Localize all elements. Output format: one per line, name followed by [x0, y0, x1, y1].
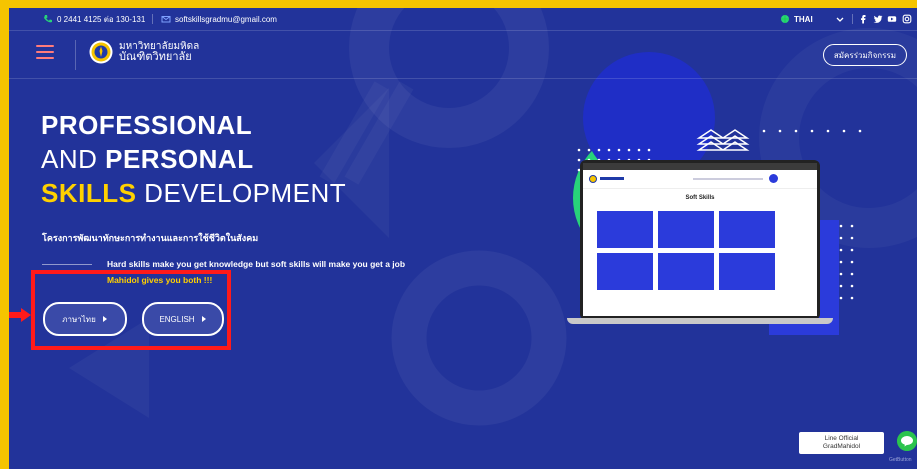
line-badge-line-1: Line Official	[824, 435, 859, 442]
hero-line-1: PROFESSIONAL	[41, 110, 253, 140]
laptop-screen-title: Soft Skills	[685, 195, 715, 201]
mail-icon	[161, 16, 171, 23]
phone-number: 0 2441 4125 ต่อ 130-131	[57, 14, 146, 24]
divider	[42, 264, 92, 265]
laptop-base	[567, 318, 833, 324]
top-bar: 0 2441 4125 ต่อ 130-131 softskillsgradmu…	[9, 8, 917, 31]
getbutton-credit[interactable]: GetButton	[889, 457, 912, 463]
logo-line-2: บัณฑิตวิทยาลัย	[119, 51, 192, 63]
hamburger-menu-icon[interactable]	[36, 45, 54, 59]
line-badge-line-2: GradMahidol	[822, 443, 861, 450]
hero-line-3: SKILLS DEVELOPMENT	[41, 176, 346, 210]
phone-icon	[44, 15, 52, 23]
signup-button[interactable]: สมัครร่วมกิจกรรม	[822, 44, 907, 66]
skill-tile	[597, 211, 653, 248]
divider	[152, 14, 153, 24]
hero-title: PROFESSIONAL AND PERSONAL SKILLS DEVELOP…	[41, 108, 346, 210]
play-arrow-icon	[201, 316, 206, 322]
mini-nav	[693, 178, 763, 180]
hero-line-2: AND PERSONAL	[41, 142, 346, 176]
hero-description: Hard skills make you get knowledge but s…	[107, 259, 406, 269]
language-selector[interactable]: THAI	[780, 14, 813, 24]
chevron-down-icon[interactable]	[835, 14, 845, 24]
annotation-arrow-icon	[9, 308, 31, 322]
page: 0 2441 4125 ต่อ 130-131 softskillsgradmu…	[9, 8, 917, 469]
divider	[75, 40, 76, 70]
mini-logo-icon	[589, 175, 597, 183]
skill-tile	[719, 253, 775, 290]
site-header: มหาวิทยาลัยมหิดล บัณฑิตวิทยาลัย สมัครร่ว…	[9, 30, 917, 79]
language-label: THAI	[794, 14, 813, 24]
hero-subtitle: โครงการพัฒนาทักษะการทำงานและการใช้ชีวิตใ…	[42, 233, 259, 243]
laptop-screen-frame: Soft Skills	[580, 160, 820, 320]
mini-button	[769, 174, 778, 183]
twitter-icon[interactable]	[873, 14, 883, 24]
youtube-icon[interactable]	[887, 14, 897, 24]
email-contact[interactable]: softskillsgradmu@gmail.com	[161, 14, 277, 24]
mini-site-header	[583, 170, 817, 189]
hero-line-3-highlight: SKILLS	[41, 178, 137, 208]
skill-tile	[658, 211, 714, 248]
university-seal-icon	[89, 40, 113, 64]
divider	[852, 14, 853, 24]
english-button-label: ENGLISH	[159, 314, 195, 324]
phone-contact[interactable]: 0 2441 4125 ต่อ 130-131	[43, 13, 145, 26]
play-arrow-icon	[102, 316, 107, 322]
english-language-button[interactable]: ENGLISH	[142, 302, 224, 336]
line-official-badge[interactable]: Line Official GradMahidol	[799, 432, 884, 454]
mini-logo-text	[600, 177, 624, 180]
thai-language-button[interactable]: ภาษาไทย	[43, 302, 127, 336]
email-address: softskillsgradmu@gmail.com	[175, 14, 277, 24]
hero-line-2-plain: AND	[41, 144, 106, 174]
globe-icon	[781, 15, 789, 23]
hero-line-3-plain: DEVELOPMENT	[136, 178, 347, 208]
skill-tile	[597, 253, 653, 290]
line-chat-icon[interactable]	[897, 431, 917, 451]
laptop-screen: Soft Skills	[583, 163, 817, 316]
skill-tile	[658, 253, 714, 290]
instagram-icon[interactable]	[902, 14, 912, 24]
thai-button-label: ภาษาไทย	[62, 314, 96, 324]
browser-bar	[583, 163, 817, 170]
site-logo[interactable]: มหาวิทยาลัยมหิดล บัณฑิตวิทยาลัย	[89, 40, 199, 64]
facebook-icon[interactable]	[858, 14, 868, 24]
hero-line-2-bold: PERSONAL	[105, 144, 254, 174]
skill-tile	[719, 211, 775, 248]
